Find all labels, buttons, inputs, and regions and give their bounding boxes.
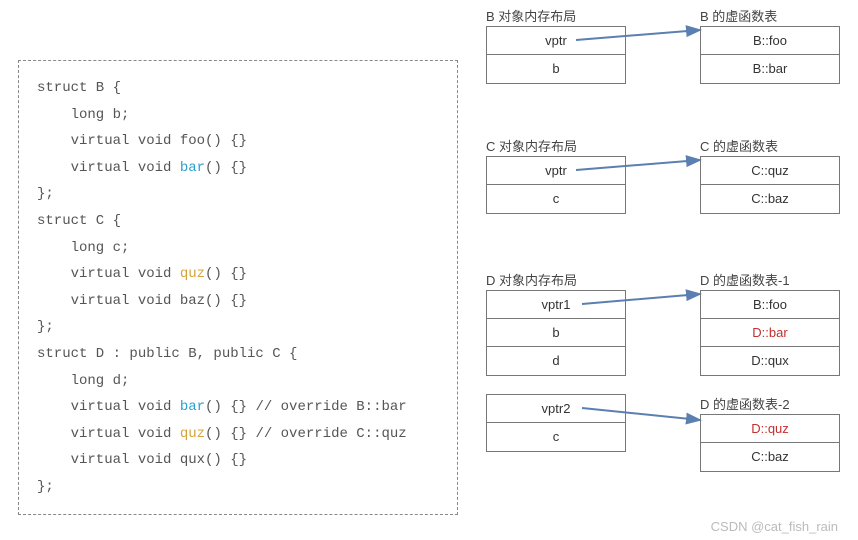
d-vtable2-table: D::quz C::baz (700, 414, 840, 472)
d-vtable1-table: B::foo D::bar D::qux (700, 290, 840, 376)
code-line: virtual void quz() {} (37, 261, 439, 288)
c-vtable-table: C::quz C::baz (700, 156, 840, 214)
code-line: virtual void baz() {} (37, 288, 439, 315)
c-layout-table: vptr c (486, 156, 626, 214)
d-vtable1-cell: B::foo (701, 291, 839, 319)
d-layout-table-2: vptr2 c (486, 394, 626, 452)
watermark: CSDN @cat_fish_rain (711, 519, 838, 534)
code-line: virtual void foo() {} (37, 128, 439, 155)
d-layout-cell: vptr1 (487, 291, 625, 319)
b-vtable-table: B::foo B::bar (700, 26, 840, 84)
code-line: }; (37, 314, 439, 341)
c-vtable-cell: C::baz (701, 185, 839, 213)
label-b-layout: B 对象内存布局 (486, 6, 576, 25)
code-line: struct C { (37, 208, 439, 235)
code-line: }; (37, 181, 439, 208)
d-vtable2-cell: D::quz (701, 415, 839, 443)
c-layout-cell: c (487, 185, 625, 213)
d-layout-table: vptr1 b d (486, 290, 626, 376)
d-layout-cell: d (487, 347, 625, 375)
label-d-vtable1: D 的虚函数表-1 (700, 270, 790, 289)
label-c-layout: C 对象内存布局 (486, 136, 577, 155)
code-line: struct B { (37, 75, 439, 102)
label-b-vtable: B 的虚函数表 (700, 6, 777, 25)
d-layout-cell: vptr2 (487, 395, 625, 423)
b-vtable-cell: B::foo (701, 27, 839, 55)
c-layout-cell: vptr (487, 157, 625, 185)
code-line: long d; (37, 368, 439, 395)
label-d-vtable2: D 的虚函数表-2 (700, 394, 790, 413)
code-line: virtual void bar() {} (37, 155, 439, 182)
code-block: struct B { long b; virtual void foo() {}… (18, 60, 458, 515)
d-layout-cell: c (487, 423, 625, 451)
code-line: long c; (37, 235, 439, 262)
b-layout-cell: b (487, 55, 625, 83)
label-d-layout: D 对象内存布局 (486, 270, 577, 289)
label-c-vtable: C 的虚函数表 (700, 136, 778, 155)
d-vtable2-cell: C::baz (701, 443, 839, 471)
code-line: virtual void bar() {} // override B::bar (37, 394, 439, 421)
code-line: virtual void quz() {} // override C::quz (37, 421, 439, 448)
b-layout-cell: vptr (487, 27, 625, 55)
d-vtable1-cell: D::bar (701, 319, 839, 347)
d-layout-cell: b (487, 319, 625, 347)
code-line: virtual void qux() {} (37, 447, 439, 474)
code-line: }; (37, 474, 439, 501)
code-line: struct D : public B, public C { (37, 341, 439, 368)
d-vtable1-cell: D::qux (701, 347, 839, 375)
c-vtable-cell: C::quz (701, 157, 839, 185)
code-line: long b; (37, 102, 439, 129)
b-vtable-cell: B::bar (701, 55, 839, 83)
b-layout-table: vptr b (486, 26, 626, 84)
